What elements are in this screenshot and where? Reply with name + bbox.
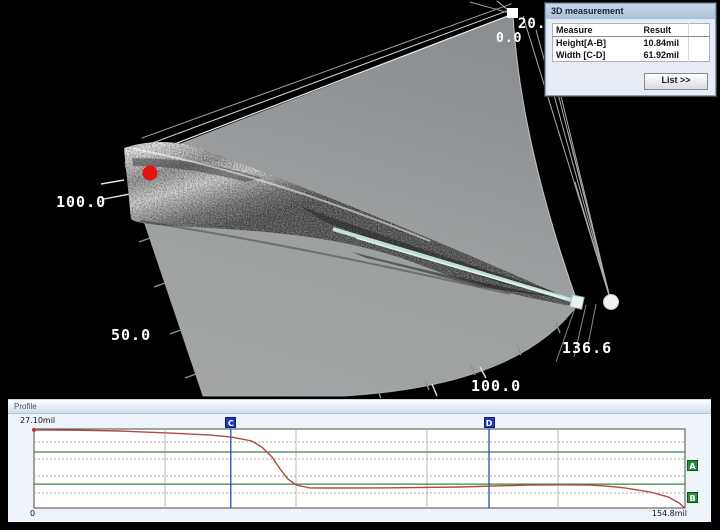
table-row[interactable]: Width [C-D] 61.92mil: [553, 49, 710, 62]
origin-marker-square[interactable]: [507, 8, 518, 18]
app-screen: 20.0 0.0 100.0 50.0 136.6 100.0 3D measu…: [0, 0, 720, 530]
plot-area: [34, 429, 685, 508]
cursor-chip-d[interactable]: D: [484, 417, 495, 428]
axis-label-z-min: 0.0: [496, 31, 522, 46]
axis-label-x-right: 136.6: [562, 339, 612, 357]
axis-label-y-lower: 50.0: [111, 326, 151, 344]
col-header-spare: [689, 24, 710, 37]
x-max-label: 154.8mil: [652, 509, 687, 518]
measure-result: 61.92mil: [641, 49, 689, 62]
measurement-panel-title: 3D measurement: [546, 4, 715, 19]
measurement-table-header-row: Measure Result: [553, 24, 710, 37]
measure-result: 10.84mil: [641, 37, 689, 50]
measure-name: Height[A-B]: [553, 37, 641, 50]
profile-panel-title: Profile: [8, 400, 711, 414]
profile-chart[interactable]: [8, 413, 711, 522]
profile-start-dot: [32, 428, 36, 432]
table-row[interactable]: Height[A-B] 10.84mil: [553, 37, 710, 50]
ref-chip-b[interactable]: B: [687, 492, 698, 503]
col-header-measure: Measure: [553, 24, 641, 37]
cursor-chip-c[interactable]: C: [225, 417, 236, 428]
measurement-panel: 3D measurement Measure Result Height[A-B…: [545, 3, 716, 96]
ref-chip-a[interactable]: A: [687, 460, 698, 471]
measure-name: Width [C-D]: [553, 49, 641, 62]
y-max-label: 27.10mil: [20, 416, 55, 425]
tip-marker-square[interactable]: [570, 295, 584, 309]
axis-label-x-bottom: 100.0: [471, 377, 521, 395]
list-button[interactable]: List >>: [644, 73, 708, 90]
axis-label-y-left: 100.0: [56, 193, 106, 211]
probe-point-red-dot[interactable]: [143, 166, 158, 181]
x-min-label: 0: [30, 509, 35, 518]
profile-panel: Profile 27.10mil 0 154.8mil: [8, 399, 711, 522]
measurement-table: Measure Result Height[A-B] 10.84mil Widt…: [552, 23, 710, 62]
end-marker-circle[interactable]: [604, 295, 619, 310]
col-header-result: Result: [641, 24, 689, 37]
